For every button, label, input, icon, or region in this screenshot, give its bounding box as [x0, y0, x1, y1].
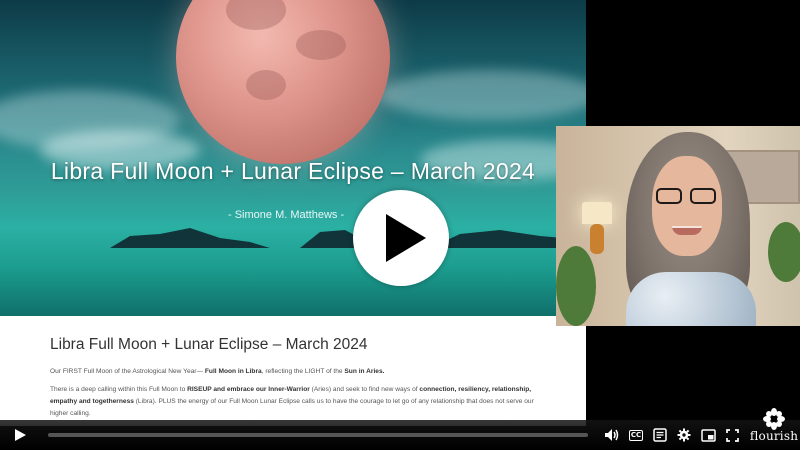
- article-paragraph: Our FIRST Full Moon of the Astrological …: [50, 366, 536, 378]
- island-silhouette: [110, 228, 586, 248]
- lamp: [582, 202, 612, 224]
- article-paragraph: There is a deep calling within this Full…: [50, 384, 536, 420]
- bold-text: Full Moon in Libra: [204, 368, 262, 375]
- bold-text: Sun in Aries.: [344, 368, 385, 375]
- text: (Aries) and seek to find new ways of: [309, 386, 420, 393]
- flourish-logo[interactable]: flourish: [748, 408, 800, 450]
- plant: [556, 246, 596, 326]
- article-title: Libra Full Moon + Lunar Eclipse – March …: [50, 336, 368, 353]
- cloud: [380, 70, 586, 120]
- presenter-top: [626, 272, 756, 326]
- plant: [768, 222, 800, 282]
- text: , reflecting the LIGHT of the: [261, 368, 345, 375]
- presenter-smile: [672, 226, 702, 235]
- lamp-base: [590, 224, 604, 254]
- article-panel: Libra Full Moon + Lunar Eclipse – March …: [0, 316, 586, 426]
- presenter-glasses: [654, 188, 720, 204]
- video-frame[interactable]: Libra Full Moon + Lunar Eclipse – March …: [0, 0, 586, 316]
- text: Our FIRST Full Moon of the Astrological …: [50, 368, 205, 375]
- flower-icon: [763, 408, 785, 430]
- settings-icon[interactable]: [672, 423, 696, 447]
- slide-author: - Simone M. Matthews -: [228, 209, 345, 221]
- transcript-icon[interactable]: [648, 423, 672, 447]
- captions-label: CC: [628, 429, 644, 441]
- play-icon[interactable]: [8, 423, 32, 447]
- volume-icon[interactable]: [600, 423, 624, 447]
- presenter-face: [652, 156, 722, 256]
- fullscreen-icon[interactable]: [720, 423, 744, 447]
- bold-text: RISEUP and embrace our Inner-Warrior: [187, 386, 310, 393]
- progress-bar[interactable]: [48, 433, 588, 437]
- captions-icon[interactable]: CC: [624, 423, 648, 447]
- video-player[interactable]: Libra Full Moon + Lunar Eclipse – March …: [0, 0, 800, 450]
- slide-title: Libra Full Moon + Lunar Eclipse – March …: [50, 158, 536, 184]
- picture-in-picture-icon[interactable]: [696, 423, 720, 447]
- text: There is a deep calling within this Full…: [50, 386, 188, 393]
- play-button-large[interactable]: [353, 190, 449, 286]
- presenter-webcam: [556, 126, 800, 326]
- play-icon: [386, 214, 426, 262]
- logo-text: flourish: [749, 429, 799, 443]
- full-moon-image: [176, 0, 390, 164]
- control-bar: CC: [0, 420, 800, 450]
